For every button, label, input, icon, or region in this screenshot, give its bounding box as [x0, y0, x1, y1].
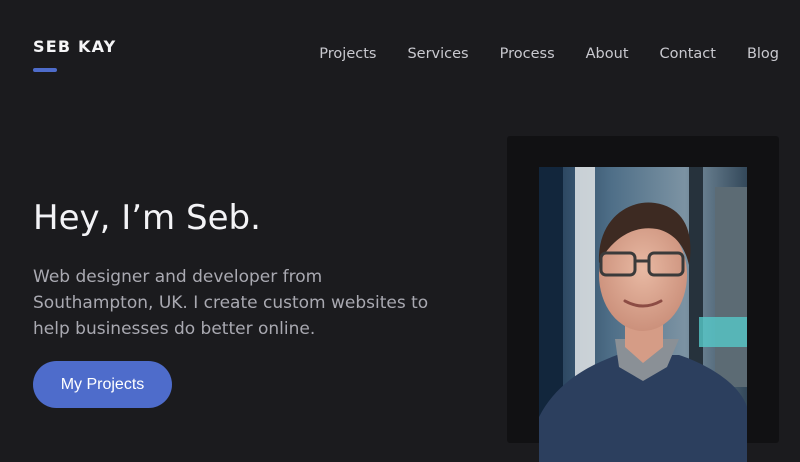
site-logo[interactable]: SEB KAY	[33, 37, 116, 56]
profile-photo	[539, 167, 747, 462]
nav-item-projects[interactable]: Projects	[319, 46, 376, 62]
nav-item-about[interactable]: About	[586, 46, 629, 62]
my-projects-button[interactable]: My Projects	[33, 361, 172, 408]
nav-item-services[interactable]: Services	[407, 46, 468, 62]
nav-item-blog[interactable]: Blog	[747, 46, 779, 62]
nav-item-contact[interactable]: Contact	[660, 46, 716, 62]
hero-intro: Web designer and developer from Southamp…	[33, 267, 429, 339]
hero-headline: Hey, I’m Seb.	[33, 198, 261, 238]
logo-underline	[33, 68, 57, 72]
nav-item-process[interactable]: Process	[500, 46, 555, 62]
main-nav: Projects Services Process About Contact …	[319, 46, 779, 62]
